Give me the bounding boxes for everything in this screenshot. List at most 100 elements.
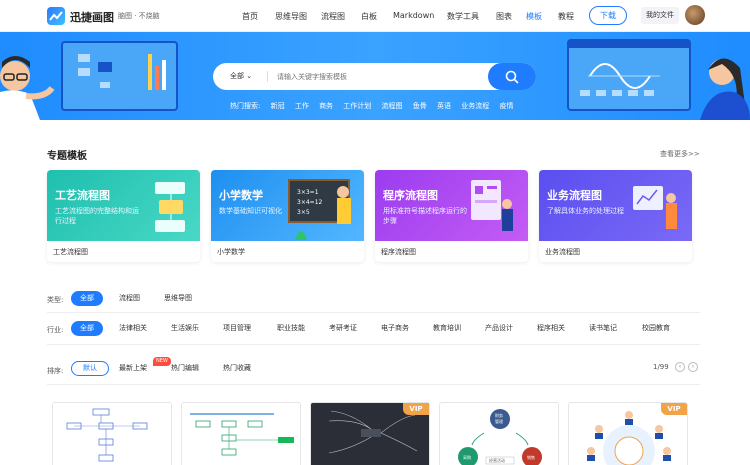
hot-term[interactable]: 新冠 [271,102,285,110]
template-thumbnail[interactable]: 财务 管理 采购 销售 经营活动 [439,402,559,465]
nav-whiteboard[interactable]: 白板 [361,11,377,22]
topic-card-primary-math[interactable]: 3×3=1 3×4=12 3×5 小学数学 数学基础知识可视化 小学数学 [211,170,364,262]
vip-badge: VIP [661,403,687,415]
hot-term[interactable]: 英语 [437,102,451,110]
search-icon [505,70,519,84]
mind-node-label: 财务 [495,412,503,418]
nav-math-tools[interactable]: 数学工具 [447,11,479,22]
brand-name[interactable]: 迅捷画图 [70,9,114,25]
hot-term[interactable]: 工作 [295,102,309,110]
nav-charts[interactable]: 图表 [496,11,512,22]
next-page-icon[interactable]: › [688,362,698,372]
type-filter-label: 类型: [47,296,64,304]
sort-label: 排序: [47,367,64,375]
hot-search-row: 热门搜索: 新冠 工作 商务 工作计划 流程图 鱼骨 英语 业务流程 疫情 [230,101,521,111]
see-more-link[interactable]: 查看更多>> [660,149,700,159]
cycle-mindmap-preview: 财务 管理 采购 销售 经营活动 [458,409,542,465]
search-banner: 全部 ⌄ 热门搜索: 新冠 工作 商务 工作计划 流程图 鱼骨 英语 业务流程 … [0,32,750,120]
search-button[interactable] [488,63,536,90]
topic-card-program-flow[interactable]: 程序流程图 用标准符号描述程序运行的步骤 程序流程图 [375,170,528,262]
banner-illustration-left [0,41,178,120]
search-divider [267,71,268,82]
industry-filter-option[interactable]: 职业技能 [268,321,314,336]
sort-newest[interactable]: 最新上架 [110,361,156,376]
industry-filter-all[interactable]: 全部 [71,321,103,336]
sort-default[interactable]: 默认 [71,361,109,376]
mind-node-label: 管理 [495,418,503,424]
nav-flowchart[interactable]: 流程图 [321,11,345,22]
card-description: 了解具体业务的处理过程 [547,207,624,215]
card-caption: 工艺流程图 [53,248,88,256]
hot-term[interactable]: 工作计划 [343,102,371,110]
industry-filter-option[interactable]: 法律相关 [110,321,156,336]
my-files-button[interactable]: 我的文件 [641,7,679,24]
prev-page-icon[interactable]: ‹ [675,362,685,372]
user-avatar[interactable] [685,5,705,25]
card-title: 小学数学 [219,189,263,202]
industry-filter-option[interactable]: 生活娱乐 [162,321,208,336]
industry-filter-option[interactable]: 程序相关 [528,321,574,336]
nav-mindmap[interactable]: 思维导图 [275,11,307,22]
chevron-down-icon: ⌄ [246,72,253,80]
hot-term[interactable]: 鱼骨 [413,102,427,110]
vip-badge: VIP [403,403,429,415]
industry-filter-option[interactable]: 产品设计 [476,321,522,336]
hot-term[interactable]: 疫情 [499,102,513,110]
industry-filter-option[interactable]: 电子商务 [372,321,418,336]
sort-hot-collect[interactable]: 热门收藏 [214,361,260,376]
nav-markdown[interactable]: Markdown [393,11,434,20]
type-filter-all[interactable]: 全部 [71,291,103,306]
template-thumbnail[interactable] [181,402,301,465]
filter-divider [47,384,700,385]
filter-divider [47,312,700,313]
page-indicator: 1/99 [653,363,669,371]
mind-node-label: 销售 [527,454,535,460]
card-caption: 程序流程图 [381,248,416,256]
search-scope-select[interactable]: 全部 ⌄ [230,71,252,81]
industry-filter-option[interactable]: 读书笔记 [580,321,626,336]
card-description: 工艺流程图的完整结构和运行过程 [55,207,139,225]
hot-term[interactable]: 业务流程 [461,102,489,110]
topic-card-process-flow[interactable]: 工艺流程图 工艺流程图的完整结构和运行过程 工艺流程图 [47,170,200,262]
topic-templates-title: 专题模板 [47,151,87,162]
top-navigation-bar: 迅捷画图 脑图 · 不烧脑 首页 思维导图 流程图 白板 Markdown 数学… [0,0,750,32]
type-filter-flowchart[interactable]: 流程图 [110,291,149,306]
card-caption: 业务流程图 [545,248,580,256]
sort-hot-edit[interactable]: 热门编辑 [162,361,208,376]
template-search-box: 全部 ⌄ [213,63,536,90]
card-description: 数学基础知识可视化 [219,207,282,215]
industry-filter-option[interactable]: 教育培训 [424,321,470,336]
template-thumbnail[interactable] [52,402,172,465]
card-title: 工艺流程图 [55,189,110,202]
brand-logo-icon[interactable] [47,7,65,25]
hot-term[interactable]: 流程图 [382,102,403,110]
nav-tutorials[interactable]: 教程 [558,11,574,22]
hot-search-label: 热门搜索: [230,102,261,110]
flowchart-preview [190,413,294,456]
svg-text:3×4=12: 3×4=12 [297,199,323,206]
card-description: 用标准符号描述程序运行的步骤 [383,207,467,225]
nav-templates[interactable]: 模板 [526,11,542,22]
card-caption: 小学数学 [217,248,245,256]
card-title: 程序流程图 [383,189,438,202]
svg-text:3×3=1: 3×3=1 [297,189,319,196]
mind-node-label: 采购 [463,454,471,460]
industry-filter-option[interactable]: 校园教育 [633,321,679,336]
topic-card-business-flow[interactable]: 业务流程图 了解具体业务的处理过程 业务流程图 [539,170,692,262]
template-thumbnail[interactable]: VIP [568,402,688,465]
card-title: 业务流程图 [547,189,602,202]
nav-home[interactable]: 首页 [242,11,258,22]
industry-filter-option[interactable]: 考研考证 [320,321,366,336]
download-button[interactable]: 下载 [589,6,627,25]
brand-slogan: 脑图 · 不烧脑 [118,12,160,20]
type-filter-mindmap[interactable]: 思维导图 [155,291,201,306]
flowchart-preview [66,408,148,462]
search-input[interactable] [277,70,477,83]
template-thumbnail[interactable]: VIP [310,402,430,465]
industry-filter-option[interactable]: 项目管理 [214,321,260,336]
filter-divider [47,344,700,345]
mind-node-label: 经营活动 [489,457,505,463]
industry-filter-label: 行业: [47,326,64,334]
search-scope-label: 全部 [230,72,244,80]
hot-term[interactable]: 商务 [319,102,333,110]
